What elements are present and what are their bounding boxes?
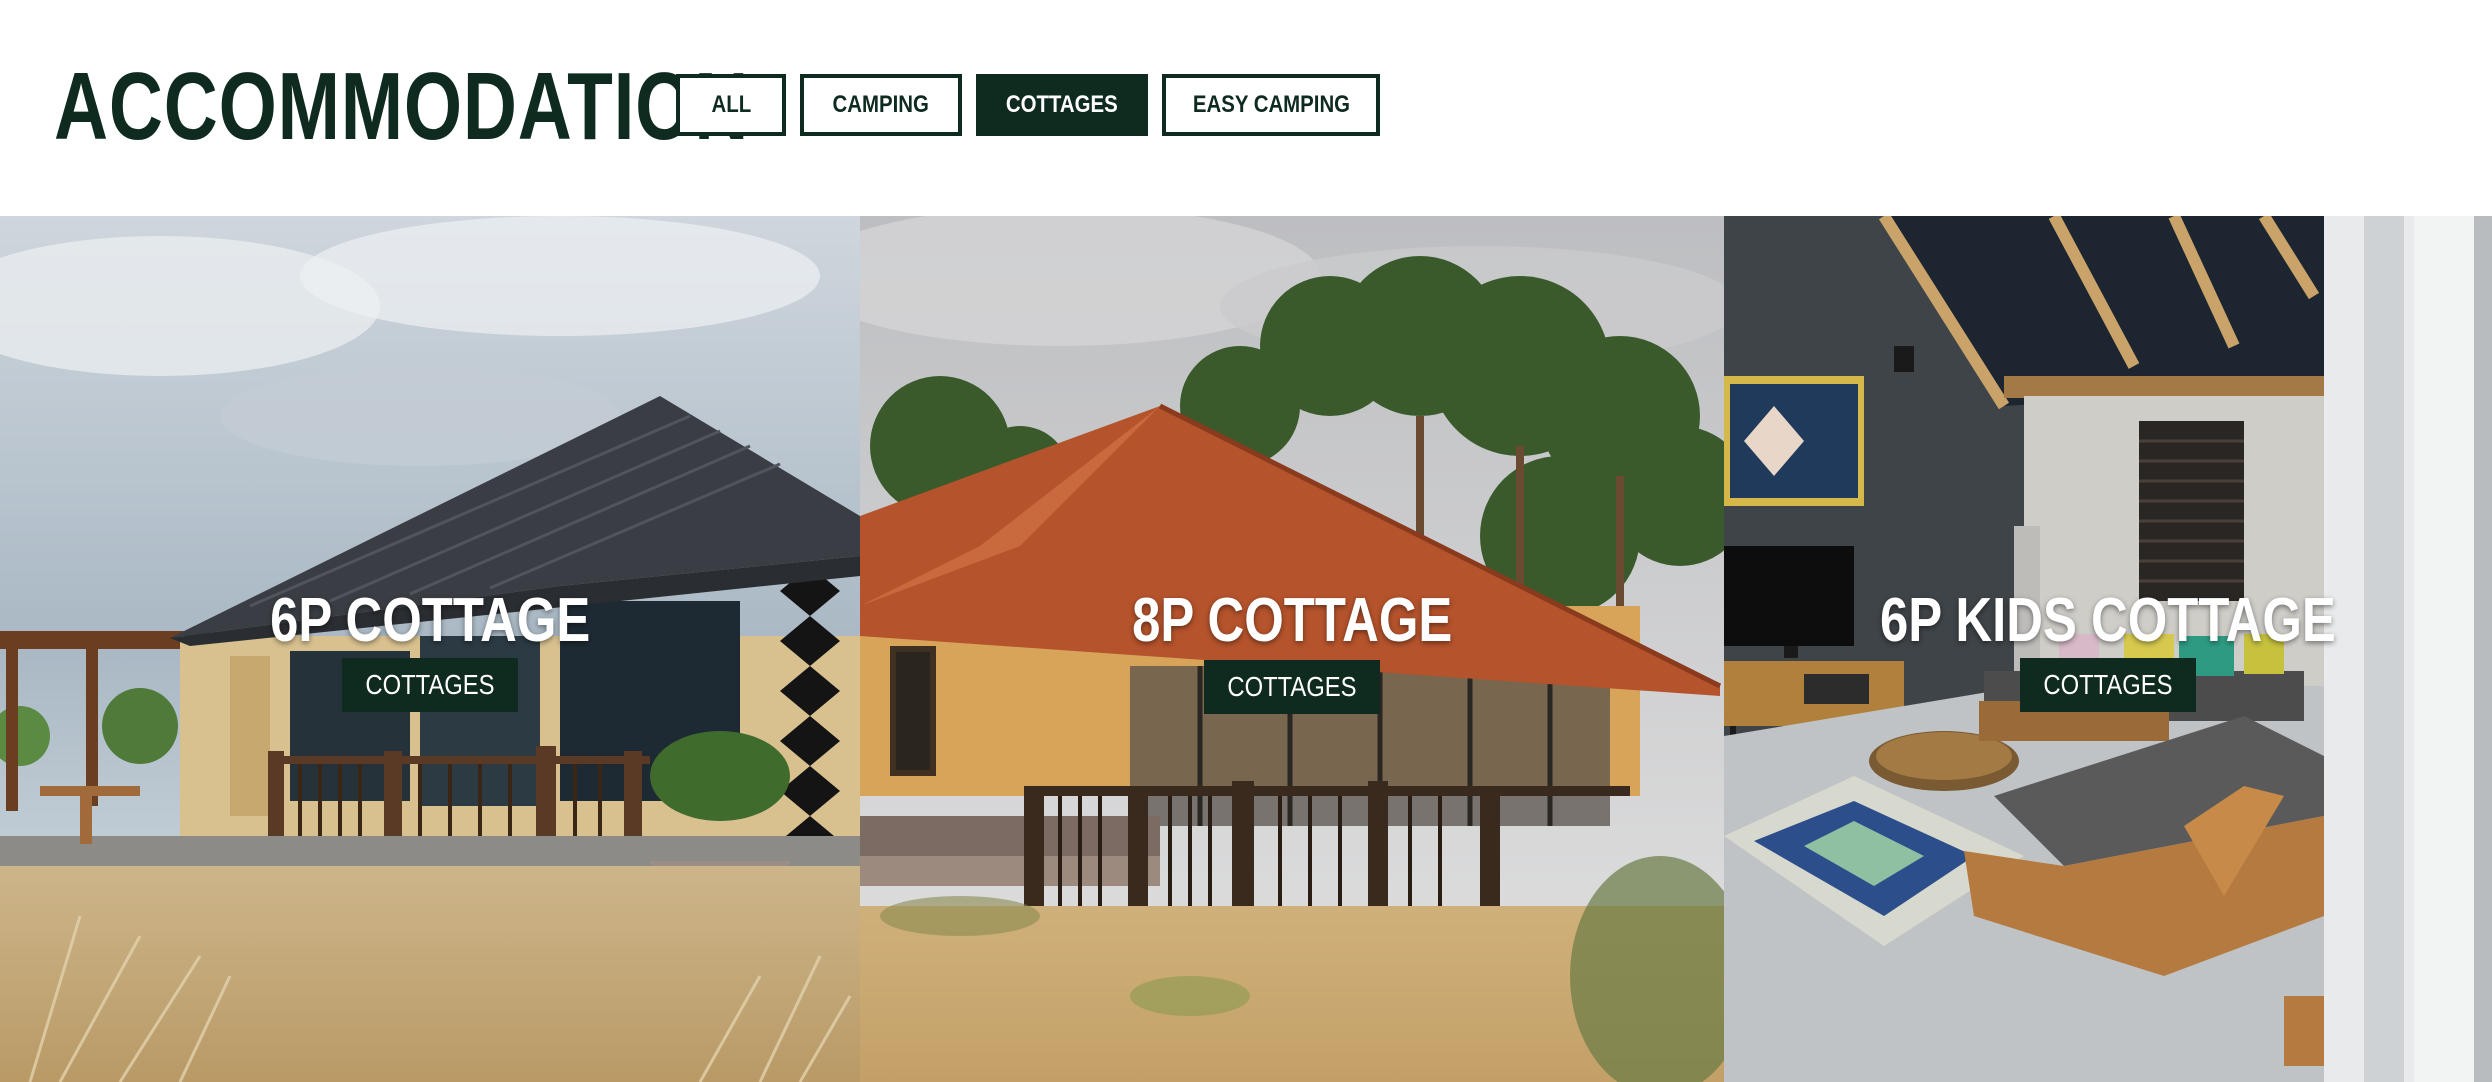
filter-easy-camping-label: EASY CAMPING (1192, 91, 1350, 118)
card-title: 8P COTTAGE (860, 586, 1724, 656)
filter-all-button[interactable]: ALL (676, 74, 786, 136)
card-title-text: 6P COTTAGE (269, 586, 591, 655)
card-category-badge: COTTAGES (2020, 658, 2196, 712)
card-category-text: COTTAGES (365, 669, 495, 700)
accommodation-grid: 6P COTTAGE COTTAGES 8P COTTAGE COTTAGES … (0, 216, 2492, 1082)
site-header: ACCOMMODATION ALL CAMPING COTTAGES EASY … (0, 0, 2492, 216)
card-category-wrap: COTTAGES (860, 660, 1724, 714)
card-category-wrap: COTTAGES (1724, 658, 2492, 712)
card-title: 6P KIDS COTTAGE (1724, 586, 2492, 656)
accommodation-card-6p-cottage[interactable]: 6P COTTAGE COTTAGES (0, 216, 860, 1082)
filter-all-label: ALL (711, 91, 751, 118)
filter-camping-label: CAMPING (832, 91, 930, 118)
filter-cottages-button[interactable]: COTTAGES (976, 74, 1148, 136)
accommodation-card-8p-cottage[interactable]: 8P COTTAGE COTTAGES (860, 216, 1724, 1082)
page-title: ACCOMMODATION (54, 53, 750, 160)
card-category-badge: COTTAGES (342, 658, 518, 712)
card-category-text: COTTAGES (1227, 671, 1357, 702)
card-category-badge: COTTAGES (1204, 660, 1380, 714)
card-title-text: 6P KIDS COTTAGE (1880, 586, 2336, 655)
filter-camping-button[interactable]: CAMPING (800, 74, 962, 136)
filter-easy-camping-button[interactable]: EASY CAMPING (1162, 74, 1380, 136)
card-category-wrap: COTTAGES (0, 658, 860, 712)
card-title: 6P COTTAGE (0, 586, 860, 656)
card-category-text: COTTAGES (2043, 669, 2173, 700)
accommodation-card-6p-kids-cottage[interactable]: 6P KIDS COTTAGE COTTAGES (1724, 216, 2492, 1082)
card-title-text: 8P COTTAGE (1131, 586, 1453, 655)
filter-cottages-label: COTTAGES (1006, 91, 1118, 118)
